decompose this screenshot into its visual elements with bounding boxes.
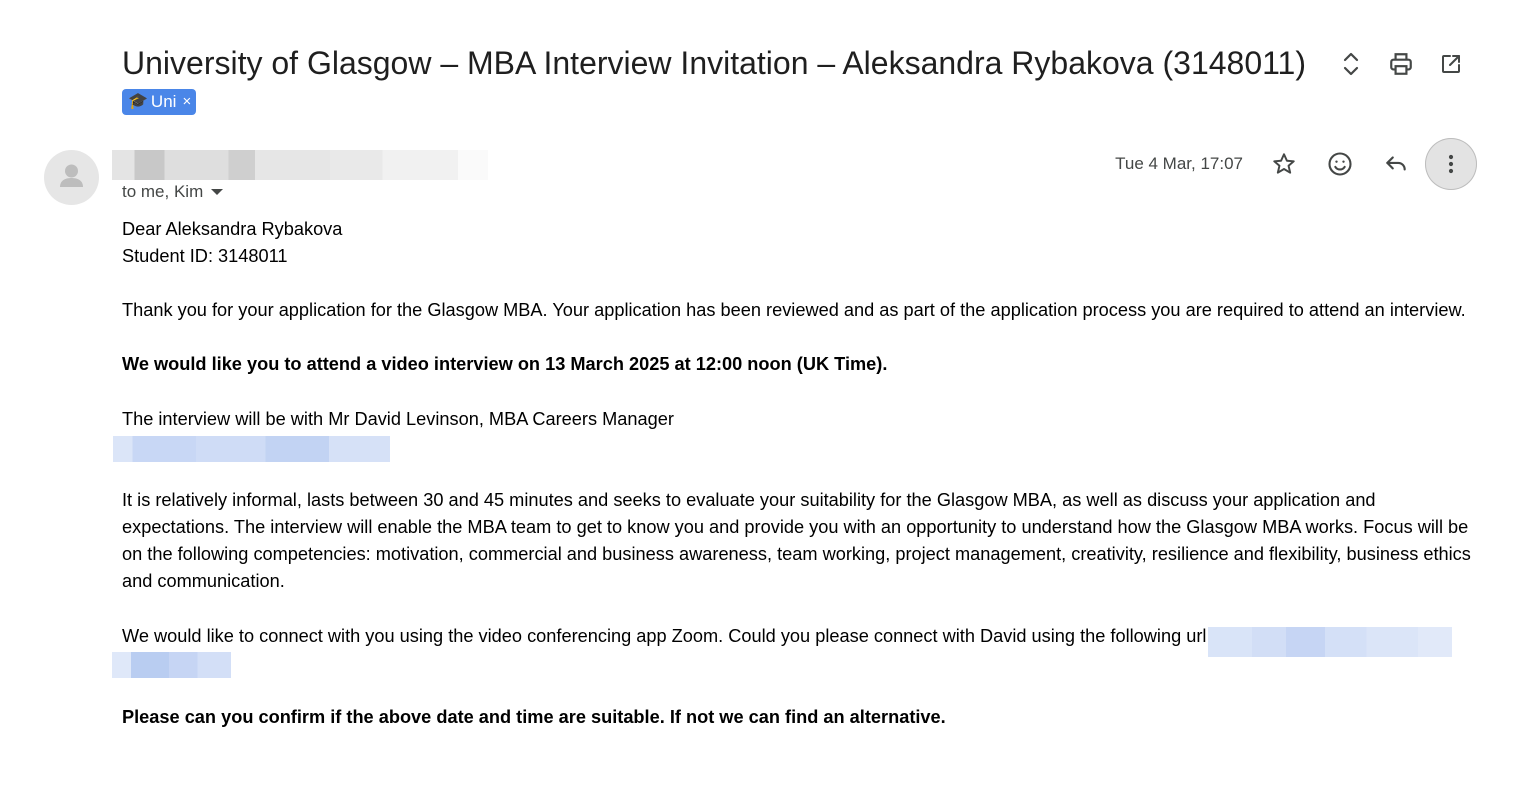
reply-icon[interactable] (1370, 138, 1422, 190)
student-id: Student ID: 3148011 (122, 246, 288, 266)
paragraph-interview-date: We would like you to attend a video inte… (122, 354, 888, 374)
open-in-new-window-icon[interactable] (1430, 43, 1472, 85)
label-text: Uni (150, 92, 177, 111)
graduation-cap-icon: 🎓 (128, 93, 148, 110)
paragraph-details: It is relatively informal, lasts between… (122, 490, 1471, 591)
zoom-url-redacted-continued[interactable] (112, 652, 231, 678)
paragraph-interviewer: The interview will be with Mr David Levi… (122, 409, 674, 429)
print-icon[interactable] (1380, 43, 1422, 85)
person-icon (60, 164, 83, 187)
emoji-reaction-icon[interactable] (1314, 138, 1366, 190)
recipients-toggle[interactable]: to me, Kim (122, 181, 224, 203)
zoom-url-redacted[interactable] (1208, 627, 1452, 657)
salutation: Dear Aleksandra Rybakova (122, 219, 343, 239)
sender-avatar[interactable] (44, 150, 99, 205)
paragraph-confirm: Please can you confirm if the above date… (122, 707, 946, 727)
more-options-icon[interactable] (1425, 138, 1477, 190)
label-chip-uni[interactable]: 🎓 Uni × (122, 89, 197, 115)
sender-name-redacted (112, 150, 488, 180)
chevron-down-icon (211, 189, 224, 195)
star-icon[interactable] (1258, 138, 1310, 190)
recipients-text: to me, Kim (122, 182, 204, 201)
paragraph-intro: Thank you for your application for the G… (122, 300, 1466, 320)
interviewer-link-redacted[interactable] (113, 436, 390, 462)
email-date: Tue 4 Mar, 17:07 (1115, 154, 1243, 173)
remove-label-button[interactable]: × (182, 89, 191, 115)
expand-collapse-icon[interactable] (1330, 43, 1372, 85)
email-subject: University of Glasgow – MBA Interview In… (122, 45, 1306, 81)
